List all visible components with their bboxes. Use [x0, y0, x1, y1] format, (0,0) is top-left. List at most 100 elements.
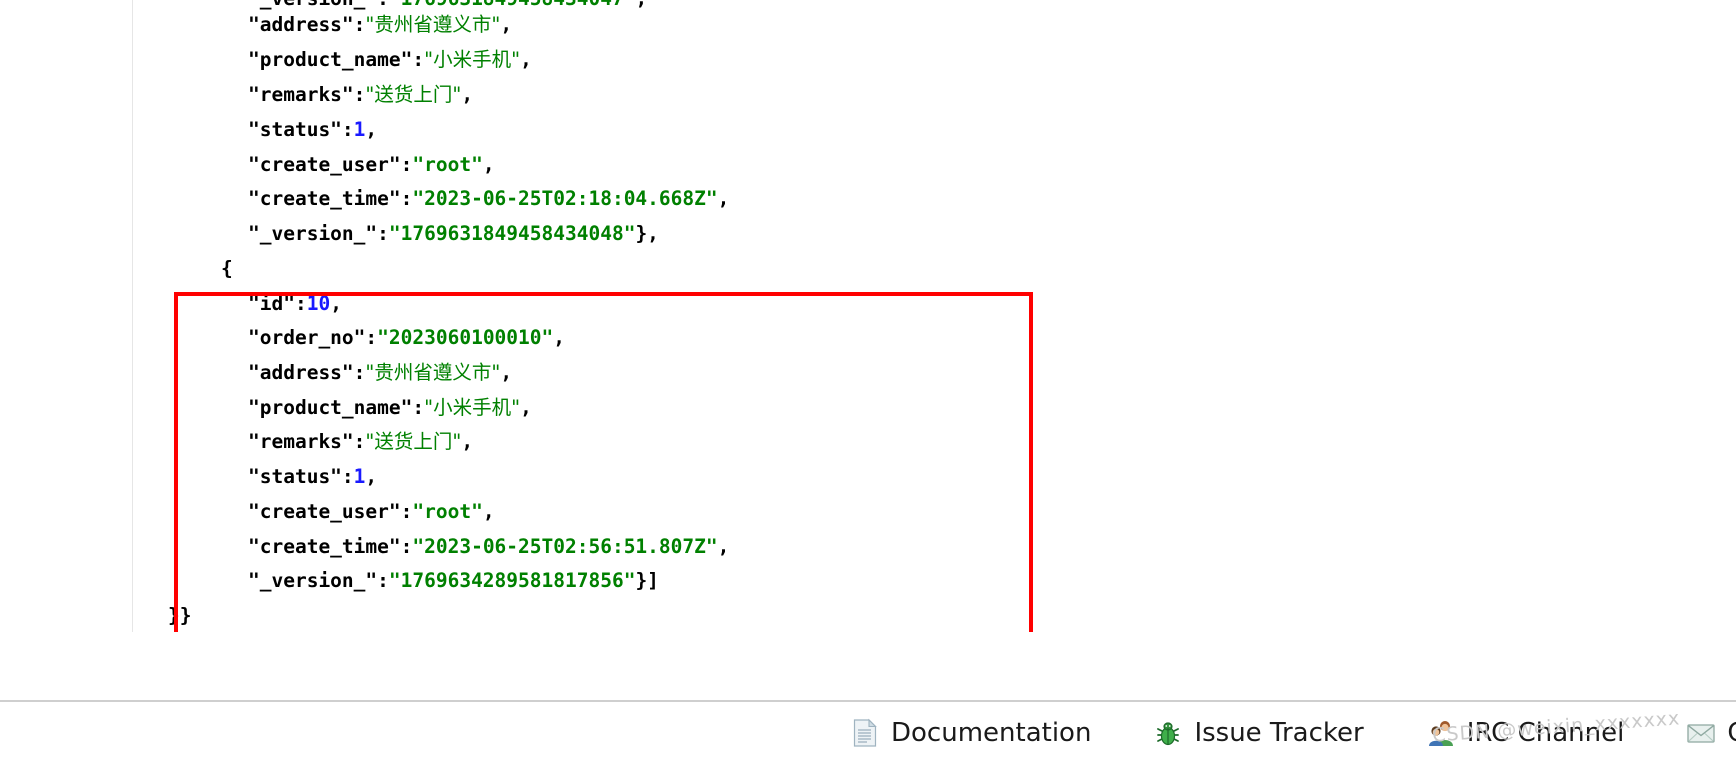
footer-bar: Documentation Issue Tracker IRC Channel	[0, 700, 1736, 764]
json-colon: :	[400, 153, 413, 176]
footer-link-label: IRC Channel	[1466, 718, 1625, 748]
json-punctuation: ,	[365, 118, 378, 141]
json-colon: :	[353, 13, 366, 36]
json-punctuation: }]	[635, 569, 659, 592]
json-value-string: "贵州省遵义市"	[365, 361, 501, 384]
json-colon: :	[412, 48, 425, 71]
json-colon: :	[377, 222, 389, 245]
json-line: "remarks":"送货上门",	[248, 78, 473, 113]
json-key: "id"	[248, 292, 295, 315]
json-colon: :	[294, 292, 307, 315]
people-icon	[1426, 718, 1456, 748]
json-colon: :	[341, 118, 354, 141]
json-key: "remarks"	[248, 430, 354, 453]
json-key: "status"	[248, 465, 342, 488]
json-colon: :	[353, 361, 366, 384]
json-key: "product_name"	[248, 396, 413, 419]
json-response-viewer[interactable]: "_version_":"1769631849458434047","addre…	[0, 0, 1736, 632]
json-punctuation: ,	[482, 500, 495, 523]
json-line: "order_no":"2023060100010",	[248, 321, 565, 356]
footer-link-irc-channel[interactable]: IRC Channel	[1426, 718, 1625, 748]
json-colon: :	[353, 430, 366, 453]
bug-icon	[1153, 718, 1183, 748]
json-line: "address":"贵州省遵义市",	[248, 8, 512, 43]
json-key: "create_time"	[248, 187, 401, 210]
json-line: "address":"贵州省遵义市",	[248, 356, 512, 391]
json-colon: :	[400, 535, 413, 558]
json-value-number: 10	[306, 292, 331, 315]
json-key: "_version_"	[248, 569, 378, 592]
json-colon: :	[412, 396, 425, 419]
document-icon	[850, 718, 880, 748]
json-line: "create_user":"root",	[248, 148, 495, 183]
json-value-string: "小米手机"	[424, 396, 521, 419]
json-value-number: 1	[353, 118, 366, 141]
json-colon: :	[353, 83, 366, 106]
json-key: "create_user"	[248, 153, 401, 176]
json-key: "status"	[248, 118, 342, 141]
json-punctuation: {	[221, 257, 233, 280]
json-value-string: "root"	[412, 153, 483, 176]
footer-link-community[interactable]: Community	[1686, 718, 1736, 748]
json-value-string: "2023-06-25T02:56:51.807Z"	[412, 535, 718, 558]
json-punctuation: ,	[365, 465, 378, 488]
json-line: "product_name":"小米手机",	[248, 43, 532, 78]
json-punctuation: ,	[553, 326, 566, 349]
json-key: "_version_"	[248, 222, 378, 245]
json-key: "address"	[248, 361, 354, 384]
json-punctuation: ,	[520, 48, 532, 71]
json-punctuation: },	[635, 222, 659, 245]
envelope-icon	[1686, 718, 1716, 748]
json-colon: :	[400, 187, 413, 210]
json-colon: :	[400, 500, 413, 523]
json-value-string: "root"	[412, 500, 483, 523]
json-line: "status":1,	[248, 460, 377, 495]
json-key: "product_name"	[248, 48, 413, 71]
json-punctuation: ,	[520, 396, 532, 419]
json-line: "id":10,	[248, 287, 342, 322]
json-punctuation: ,	[635, 0, 647, 10]
footer-link-issue-tracker[interactable]: Issue Tracker	[1153, 718, 1364, 748]
footer-link-label: Documentation	[891, 718, 1092, 748]
json-line: "product_name":"小米手机",	[248, 391, 532, 426]
json-value-string: "2023-06-25T02:18:04.668Z"	[412, 187, 718, 210]
json-colon: :	[341, 465, 354, 488]
json-value-string: "1769634289581817856"	[388, 569, 636, 592]
json-key: "create_time"	[248, 535, 401, 558]
json-punctuation: ,	[500, 361, 513, 384]
json-value-string: "小米手机"	[424, 48, 521, 71]
json-line: "create_time":"2023-06-25T02:56:51.807Z"…	[248, 530, 729, 565]
json-punctuation: ,	[461, 430, 474, 453]
json-line: "_version_":"1769634289581817856"}]	[248, 564, 659, 599]
json-value-string: "送货上门"	[365, 430, 462, 453]
json-key: "order_no"	[248, 326, 366, 349]
json-punctuation: ,	[330, 292, 342, 315]
footer-link-documentation[interactable]: Documentation	[850, 718, 1091, 748]
json-value-string: "2023060100010"	[377, 326, 554, 349]
json-value-string: "送货上门"	[365, 83, 462, 106]
json-punctuation: ,	[717, 187, 730, 210]
json-value-string: "贵州省遵义市"	[365, 13, 501, 36]
json-key: "create_user"	[248, 500, 401, 523]
json-punctuation: ,	[717, 535, 730, 558]
gutter-divider	[132, 0, 133, 632]
footer-links-group: Documentation Issue Tracker IRC Channel	[850, 702, 1736, 764]
json-punctuation: ,	[500, 13, 513, 36]
json-key: "remarks"	[248, 83, 354, 106]
footer-link-label: Issue Tracker	[1194, 718, 1364, 748]
json-line: "create_time":"2023-06-25T02:18:04.668Z"…	[248, 182, 729, 217]
json-colon: :	[377, 569, 389, 592]
json-value-number: 1	[353, 465, 366, 488]
json-line: "status":1,	[248, 113, 377, 148]
footer-link-label: Community	[1727, 720, 1736, 746]
json-value-string: "1769631849458434048"	[388, 222, 636, 245]
json-key: "address"	[248, 13, 354, 36]
json-line: "remarks":"送货上门",	[248, 425, 473, 460]
json-punctuation: }}	[168, 604, 192, 627]
json-line: "create_user":"root",	[248, 495, 495, 530]
json-colon: :	[365, 326, 378, 349]
json-line: "_version_":"1769631849458434048"},	[248, 217, 659, 252]
json-line: {	[221, 252, 233, 287]
json-line: }}	[168, 599, 191, 632]
json-punctuation: ,	[482, 153, 495, 176]
